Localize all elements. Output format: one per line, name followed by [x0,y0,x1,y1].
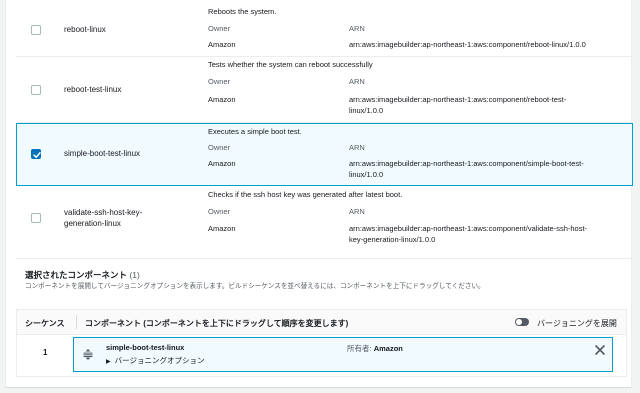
checkbox-reboot-test-linux[interactable] [31,85,41,95]
column-header-component: コンポーネント (コンポーネントを上下にドラッグして順序を変更します) [85,319,349,328]
toggle-knob [516,319,522,325]
component-description: Tests whether the system can reboot succ… [208,60,373,69]
arn-value-line-1: arn:aws:imagebuilder:ap-northeast-1:aws:… [349,224,588,233]
sequence-table-header: シーケンス コンポーネント (コンポーネントを上下にドラッグして順序を変更します… [17,310,626,335]
checkbox-validate-ssh-host-key-generation-linux[interactable] [31,213,41,223]
sequence-component-owner: 所有者: Amazon [347,343,403,354]
selected-components-count: (1) [129,270,140,280]
arn-value: arn:aws:imagebuilder:ap-northeast-1:aws:… [349,40,586,49]
column-divider [76,315,77,329]
component-description: Checks if the ssh host key was generated… [208,190,403,199]
owner-value: Amazon [373,344,403,353]
components-panel: reboot-linux Reboots the system. Owner A… [5,0,633,388]
arn-label: ARN [349,77,365,86]
arn-value-line-1: arn:aws:imagebuilder:ap-northeast-1:aws:… [349,95,567,104]
component-name-line-1: validate-ssh-host-key- [64,208,143,217]
component-description: Executes a simple boot test. [208,127,302,136]
expand-versioning-toggle[interactable] [515,318,529,326]
component-row-validate-ssh-host-key-generation-linux[interactable]: validate-ssh-host-key- generation-linux … [16,186,633,251]
arn-label: ARN [349,207,365,216]
owner-value: Amazon [208,95,236,104]
owner-label: Owner [208,77,231,86]
owner-value: Amazon [208,224,236,233]
component-row-simple-boot-test-linux[interactable]: simple-boot-test-linux Executes a simple… [16,123,633,186]
owner-value: Amazon [208,159,236,168]
owner-label: Owner [208,143,231,152]
sequence-component-card[interactable]: simple-boot-test-linux ▶ バージョニングオプション 所有者… [73,337,613,372]
owner-label: Owner [208,24,231,33]
arn-label: ARN [349,143,365,152]
sequence-component-name: simple-boot-test-linux [106,343,185,352]
component-description: Reboots the system. [208,7,277,16]
selected-components-description: コンポーネントを展開してバージョニングオプションを表示します。ビルドシーケンスを… [25,283,485,290]
versioning-options-expander[interactable]: ▶ バージョニングオプション [106,355,204,366]
expand-versioning-label: バージョニングを展開 [537,319,617,328]
owner-label: Owner [208,207,231,216]
drag-handle-icon[interactable] [83,349,93,360]
section-divider [16,258,633,259]
close-icon[interactable] [594,344,606,356]
arn-label: ARN [349,24,365,33]
versioning-options-label: バージョニングオプション [114,356,205,365]
component-row-reboot-linux[interactable]: reboot-linux Reboots the system. Owner A… [16,0,633,57]
arn-value-line-2: linux/1.0.0 [349,170,384,179]
component-row-reboot-test-linux[interactable]: reboot-test-linux Tests whether the syst… [16,57,633,123]
arn-value-line-2: linux/1.0.0 [349,106,384,115]
sequence-table: シーケンス コンポーネント (コンポーネントを上下にドラッグして順序を変更します… [16,309,627,377]
component-name: reboot-test-linux [64,85,122,94]
component-name: simple-boot-test-linux [64,149,141,158]
caret-right-icon: ▶ [106,359,111,365]
checkbox-reboot-linux[interactable] [31,25,41,35]
sequence-number: 1 [43,348,48,357]
selected-components-title-text: 選択されたコンポーネント [25,270,128,280]
component-name: reboot-linux [64,25,106,34]
owner-label: 所有者: [347,344,372,353]
owner-value: Amazon [208,40,236,49]
column-header-sequence: シーケンス [25,319,65,328]
arn-value-line-2: key-generation-linux/1.0.0 [349,235,436,244]
component-name-line-2: generation-linux [64,219,121,228]
checkmark-icon [33,152,41,158]
arn-value-line-1: arn:aws:imagebuilder:ap-northeast-1:aws:… [349,159,584,168]
checkbox-simple-boot-test-linux[interactable] [31,149,41,159]
